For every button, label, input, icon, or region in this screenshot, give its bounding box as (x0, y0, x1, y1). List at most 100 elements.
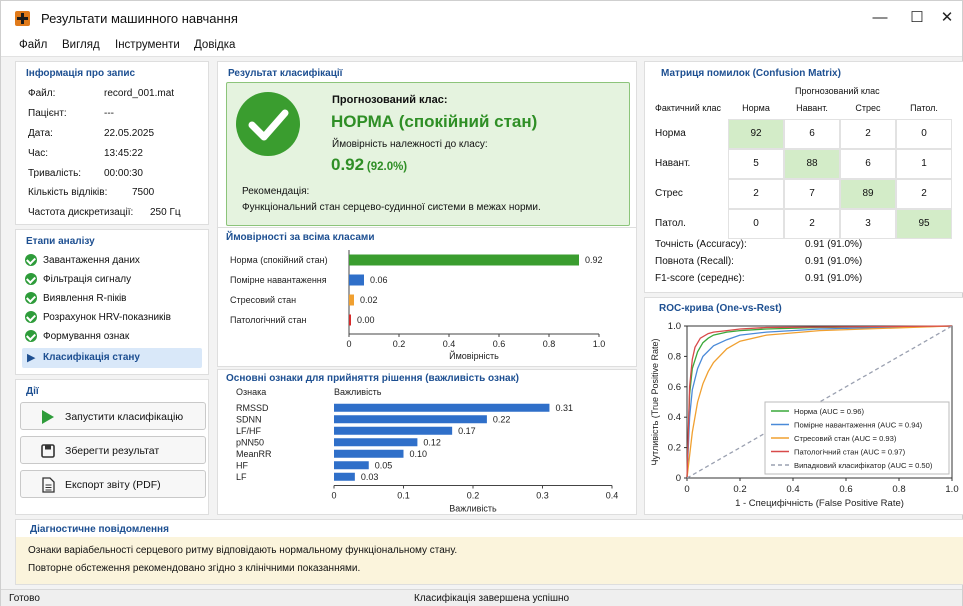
matrix-row-label: Патол. (655, 218, 686, 229)
legend-label: Помірне навантаження (AUC = 0.94) (794, 421, 923, 430)
matrix-cell: 92 (728, 119, 784, 149)
minimize-button[interactable]: — (863, 6, 897, 30)
arrow-right-icon: ▶ (27, 352, 36, 364)
bar-value-label: 0.03 (361, 472, 379, 482)
feature-label: LF (236, 472, 247, 482)
matrix-cell: 95 (896, 209, 952, 239)
record-info-panel: Інформація про запис Файл: record_001.mat… (15, 61, 209, 225)
x-tick-label: 0.6 (493, 339, 506, 349)
menu-view[interactable]: Вигляд (62, 39, 100, 51)
feature-label: HF (236, 460, 248, 470)
result-title: Результат класифікації (228, 68, 343, 79)
stages-title: Етапи аналізу (26, 236, 95, 247)
menu-help[interactable]: Довідка (194, 39, 235, 51)
recommendation-label: Рекомендація: (242, 186, 310, 197)
importance-bar (334, 461, 369, 470)
matrix-cell: 6 (840, 149, 896, 179)
record-field-label: Файл: (28, 88, 56, 99)
probability-bar (349, 254, 579, 266)
menu-file[interactable]: Файл (19, 39, 47, 51)
legend-label: Випадковий класифікатор (AUC = 0.50) (794, 461, 933, 470)
check-icon (25, 273, 37, 285)
matrix-cell: 2 (728, 179, 784, 209)
record-field-label: Тривалість: (28, 168, 82, 179)
record-field-value: 250 Гц (150, 207, 181, 218)
feature-label: MeanRR (236, 449, 272, 459)
feature-label: RMSSD (236, 403, 269, 413)
importance-column-header: Важливість (334, 387, 382, 397)
x-tick-label: 0.2 (733, 484, 746, 495)
stage-item-classification[interactable]: ▶ Класифікація стану (22, 348, 202, 368)
actual-class-header: Фактичний клас (655, 103, 722, 113)
diagnostic-message-box: Ознаки варіабельності серцевого ритму ві… (16, 537, 963, 584)
predicted-class-label: Прогнозований клас: (332, 94, 448, 106)
x-axis-label: Важливість (449, 504, 497, 514)
bar-value-label: 0.22 (493, 414, 511, 424)
probabilities-chart: Норма (спокійний стан) 0.92 Помірне навант… (230, 250, 605, 361)
matrix-row-label: Стрес (655, 188, 683, 199)
features-chart: Ознака Важливість RMSSD 0.31 SDNN 0.22 LF/HF 0.… (236, 387, 618, 514)
metric-value: 0.91 (91.0%) (805, 273, 863, 284)
bar-value-label: 0.17 (458, 426, 476, 436)
x-tick-label: 0.2 (467, 491, 480, 501)
metric-value: 0.91 (91.0%) (805, 256, 863, 267)
checkmark-circle-icon (236, 92, 300, 156)
menu-tools[interactable]: Інструменти (115, 39, 180, 51)
export-pdf-button[interactable]: Експорт звіту (PDF) (20, 470, 206, 498)
feature-column-header: Ознака (236, 387, 266, 397)
record-field-label: Частота дискретизації: (28, 207, 134, 218)
roc-chart: 0 0.2 0.4 0.6 0.8 1.0 0 0.2 0.4 0.6 0.8 1.0 1 - Спец… (650, 321, 959, 509)
metric-label: Повнота (Recall): (655, 256, 734, 267)
y-tick-label: 0.4 (668, 412, 681, 423)
matrix-row-label: Норма (655, 128, 686, 139)
record-field-label: Дата: (28, 128, 53, 139)
record-field-label: Час: (28, 148, 49, 159)
check-icon (25, 330, 37, 342)
probability-value: 0.92 (92.0%) (331, 155, 408, 174)
x-tick-label: 0 (346, 339, 351, 349)
matrix-column-header: Норма (742, 103, 770, 113)
legend-label: Норма (AUC = 0.96) (794, 407, 864, 416)
result-box: Прогнозований клас: НОРМА (спокійний ста… (226, 82, 630, 226)
check-icon (25, 254, 37, 266)
matrix-cell: 7 (784, 179, 840, 209)
status-bar: Готово Класифікація завершена успішно (1, 589, 962, 606)
x-tick-label: 0.8 (543, 339, 556, 349)
feature-label: pNN50 (236, 437, 264, 447)
record-field-value: 00:00:30 (104, 168, 143, 179)
matrix-column-header: Навант. (796, 103, 828, 113)
document-icon (42, 477, 55, 493)
matrix-cell: 88 (784, 149, 840, 179)
actions-panel: Дії Запустити класифікацію Зберегти резу… (15, 379, 209, 515)
save-result-button[interactable]: Зберегти результат (20, 436, 206, 464)
y-tick-label: 0.6 (668, 382, 681, 393)
roc-panel: ROC-крива (One-vs-Rest) 0 0.2 0.4 0.6 0.8 1.0… (644, 297, 963, 515)
importance-bar (334, 438, 418, 447)
window-title: Результати машинного навчання (41, 11, 238, 26)
x-tick-label: 0.3 (536, 491, 549, 501)
matrix-cell: 0 (896, 119, 952, 149)
play-icon (42, 410, 54, 424)
matrix-cell: 2 (840, 119, 896, 149)
x-tick-label: 0.4 (786, 484, 799, 495)
close-button[interactable]: ✕ (930, 6, 963, 30)
maximize-button[interactable]: ☐ (900, 6, 934, 30)
diagnostic-panel: Діагностичне повідомлення Ознаки варіабе… (15, 519, 963, 585)
probability-bar (349, 314, 351, 326)
record-field-label: Кількість відліків: (28, 187, 108, 198)
run-classification-button[interactable]: Запустити класифікацію (20, 402, 206, 430)
record-field-value: record_001.mat (104, 88, 175, 99)
diagnostic-line-2: Повторне обстеження рекомендовано згідно… (28, 563, 361, 574)
feature-label: LF/HF (236, 426, 262, 436)
status-text: Готово (9, 593, 40, 604)
result-panel: Результат класифікації Прогнозований кла… (217, 61, 637, 233)
importance-bar (334, 403, 550, 412)
matrix-column-header: Патол. (910, 103, 938, 113)
matrix-cell: 6 (784, 119, 840, 149)
importance-bar (334, 426, 453, 435)
diagnostic-title: Діагностичне повідомлення (30, 524, 169, 535)
stage-item-hrv: Розрахунок HRV-показників (24, 309, 210, 327)
importance-bar (334, 472, 355, 481)
check-icon (25, 292, 37, 304)
stages-panel: Етапи аналізу Завантаження даних Фільтра… (15, 229, 209, 375)
